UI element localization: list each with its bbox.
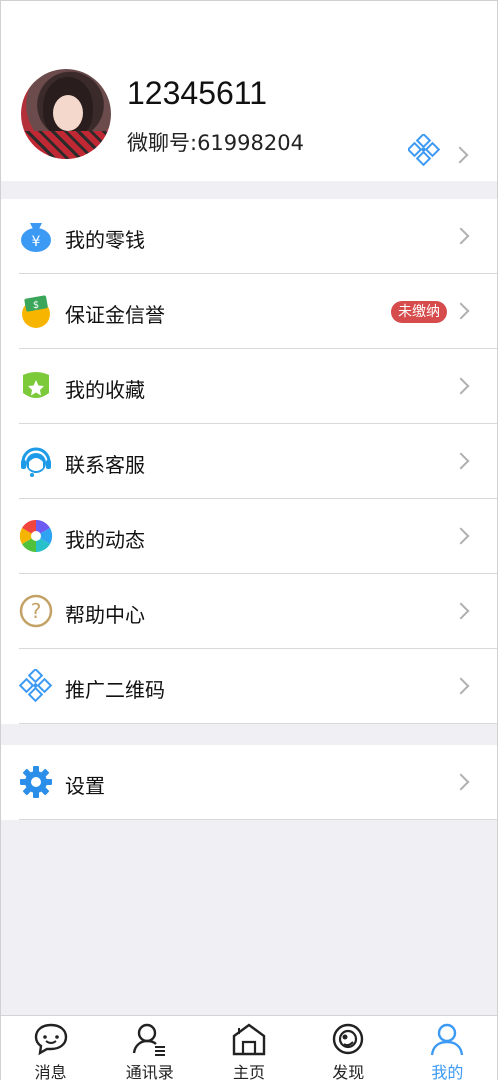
status-badge: 未缴纳: [391, 301, 447, 323]
menu-item-support[interactable]: 联系客服: [1, 424, 497, 499]
chat-icon: [34, 1023, 67, 1056]
profile-chevron-icon: [451, 146, 469, 164]
menu-item-label: 我的零钱: [65, 228, 145, 252]
tab-label: 我的: [431, 1063, 464, 1080]
chevron-right-icon: [452, 773, 470, 791]
menu-item-wallet[interactable]: ¥ 我的零钱: [1, 199, 497, 274]
profile-name: 12345611: [127, 75, 267, 111]
menu-item-favorites[interactable]: 我的收藏: [1, 349, 497, 424]
tab-me[interactable]: 我的: [398, 1016, 497, 1080]
qrcode-icon[interactable]: [408, 134, 440, 166]
tab-discover[interactable]: 发现: [299, 1016, 398, 1080]
menu-item-moments[interactable]: 我的动态: [1, 499, 497, 574]
headset-icon: [21, 447, 51, 477]
contacts-icon: [132, 1023, 165, 1056]
gear-icon: [20, 766, 52, 798]
menu-item-deposit[interactable]: $ 保证金信誉 未缴纳: [1, 274, 497, 349]
menu-item-settings[interactable]: 设置: [1, 745, 497, 820]
tab-label: 主页: [233, 1063, 266, 1080]
svg-text:?: ?: [31, 599, 42, 623]
avatar[interactable]: [21, 69, 111, 159]
menu-group-settings: 设置: [1, 745, 497, 820]
menu-item-label: 设置: [65, 774, 105, 798]
menu-group-main: ¥ 我的零钱 $ 保证金信誉 未缴纳 我的收藏 联系客服 我的动态 ? 帮助中心…: [1, 199, 497, 724]
tab-contacts[interactable]: 通讯录: [100, 1016, 199, 1080]
bottom-tab-bar: 消息 通讯录 主页 发现 我的: [1, 1015, 497, 1080]
menu-item-label: 我的收藏: [65, 378, 145, 402]
home-icon: [232, 1023, 266, 1056]
tab-label: 通讯录: [125, 1063, 174, 1080]
chevron-right-icon: [452, 602, 470, 620]
chevron-right-icon: [452, 377, 470, 395]
tab-home[interactable]: 主页: [199, 1016, 298, 1080]
question-icon: ?: [19, 594, 53, 628]
svg-text:¥: ¥: [32, 234, 41, 250]
qrcode-icon: [19, 669, 53, 703]
menu-item-help[interactable]: ? 帮助中心: [1, 574, 497, 649]
star-icon: [23, 372, 49, 398]
discover-icon: [333, 1023, 364, 1055]
user-icon: [431, 1023, 464, 1056]
tab-messages[interactable]: 消息: [1, 1016, 100, 1080]
pinwheel-icon: [19, 519, 53, 553]
money-bag-icon: ¥: [21, 223, 51, 252]
deposit-icon: $: [22, 295, 50, 328]
menu-item-label: 保证金信誉: [65, 303, 165, 327]
chevron-right-icon: [452, 677, 470, 695]
svg-text:$: $: [33, 300, 39, 311]
chevron-right-icon: [452, 452, 470, 470]
menu-item-label: 联系客服: [65, 453, 145, 477]
menu-item-label: 推广二维码: [65, 678, 165, 702]
chevron-right-icon: [452, 302, 470, 320]
chevron-right-icon: [452, 227, 470, 245]
chevron-right-icon: [452, 527, 470, 545]
menu-item-label: 帮助中心: [65, 603, 145, 627]
tab-label: 消息: [34, 1063, 67, 1080]
menu-item-label: 我的动态: [65, 528, 145, 552]
profile-wechat-id: 微聊号:61998204: [127, 131, 304, 155]
tab-label: 发现: [332, 1063, 365, 1080]
profile-header[interactable]: 12345611 微聊号:61998204: [1, 1, 497, 181]
menu-item-promo-qrcode[interactable]: 推广二维码: [1, 649, 497, 724]
